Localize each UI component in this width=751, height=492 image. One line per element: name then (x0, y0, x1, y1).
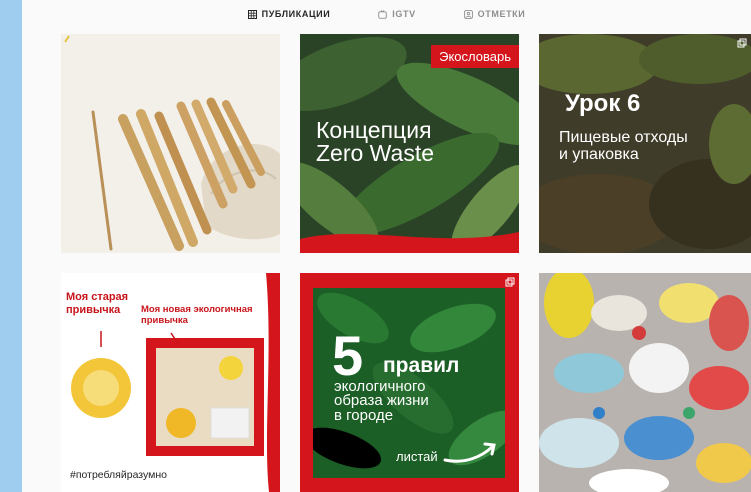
swipe-hint: листай (396, 449, 438, 464)
rules-line3: в городе (334, 406, 394, 424)
tab-tagged[interactable]: ОТМЕТКИ (463, 9, 526, 19)
profile-tabs: ПУБЛИКАЦИИ IGTV ОТМЕТКИ (22, 0, 751, 28)
carousel-icon (505, 277, 515, 287)
grid-icon (247, 9, 257, 19)
swipe-arrow-icon (443, 442, 496, 463)
rules-number: 5 (332, 324, 364, 387)
post-lesson-6[interactable]: Урок 6 Пищевые отходы и упаковка (539, 34, 751, 253)
bamboo-straws-photo (61, 34, 280, 253)
lesson-subtitle-line2: и упаковка (559, 145, 639, 163)
igtv-icon (378, 9, 388, 19)
tab-igtv-label: IGTV (392, 9, 416, 19)
plastic-waste-photo (539, 273, 751, 492)
new-habit-label: Моя новая экологичная привычка (141, 304, 253, 326)
post-zero-waste[interactable]: Экословарь Концепция Zero Waste (300, 34, 519, 253)
rules-description: экологичного образа жизни в городе (334, 379, 504, 424)
tab-tagged-label: ОТМЕТКИ (477, 9, 526, 19)
lesson-subtitle-line1: Пищевые отходы (559, 129, 688, 146)
post-plastic-waste[interactable] (539, 273, 751, 492)
lesson-subtitle: Пищевые отходы и упаковка (559, 129, 688, 164)
post-title: Концепция Zero Waste (316, 119, 434, 165)
leaves-photo: 5 правил экологичного образа жизни в гор… (313, 288, 505, 478)
profile-page: ПУБЛИКАЦИИ IGTV ОТМЕТКИ Экословарь Конце… (22, 0, 751, 492)
old-habit-label: Моя старая привычка (66, 291, 129, 316)
hashtag-text: #потребляйразумно (70, 469, 167, 481)
post-bamboo-straws[interactable] (61, 34, 280, 253)
post-title-line2: Zero Waste (316, 140, 435, 166)
tag-icon (463, 9, 473, 19)
category-badge: Экословарь (431, 45, 519, 68)
tab-igtv[interactable]: IGTV (378, 9, 415, 19)
carousel-icon (737, 38, 747, 48)
tab-posts-label: ПУБЛИКАЦИИ (261, 9, 331, 19)
tab-posts[interactable]: ПУБЛИКАЦИИ (247, 9, 331, 19)
post-habits[interactable]: Моя старая привычка Моя новая экологична… (61, 273, 280, 492)
post-title-line1: Концепция (316, 117, 432, 143)
rules-word: правил (383, 354, 460, 377)
lesson-title: Урок 6 (565, 90, 641, 117)
post-5-rules[interactable]: 5 правил экологичного образа жизни в гор… (300, 273, 519, 492)
